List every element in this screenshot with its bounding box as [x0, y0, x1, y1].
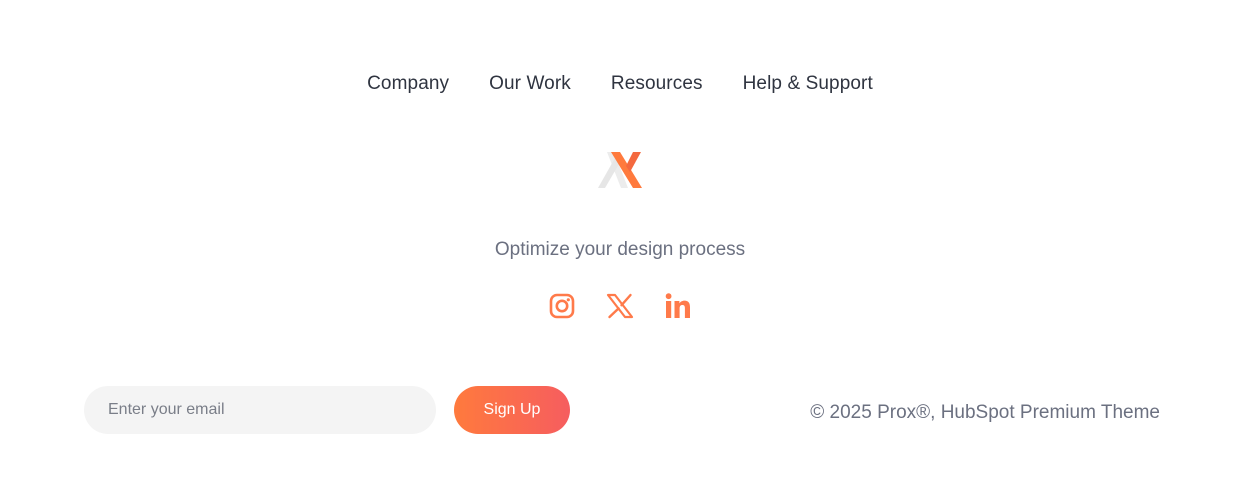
copyright-text: © 2025 Prox®, HubSpot Premium Theme	[810, 402, 1160, 423]
linkedin-icon	[665, 293, 690, 318]
nav-link-company[interactable]: Company	[367, 70, 449, 98]
nav-link-help-support[interactable]: Help & Support	[743, 70, 873, 98]
linkedin-link[interactable]	[664, 292, 692, 320]
instagram-link[interactable]	[548, 292, 576, 320]
x-twitter-link[interactable]	[606, 292, 634, 320]
nav-link-resources[interactable]: Resources	[611, 70, 703, 98]
nav-link-our-work[interactable]: Our Work	[489, 70, 571, 98]
site-footer: Company Our Work Resources Help & Suppor…	[0, 0, 1240, 480]
x-twitter-icon	[606, 293, 634, 319]
newsletter-email-input[interactable]	[84, 386, 436, 434]
prox-x-logo-icon[interactable]	[597, 150, 643, 190]
tagline: Optimize your design process	[494, 239, 746, 260]
instagram-icon	[549, 293, 575, 319]
social-links	[0, 292, 1240, 320]
newsletter-signup-button[interactable]: Sign Up	[454, 386, 570, 434]
footer-nav: Company Our Work Resources Help & Suppor…	[0, 70, 1240, 98]
